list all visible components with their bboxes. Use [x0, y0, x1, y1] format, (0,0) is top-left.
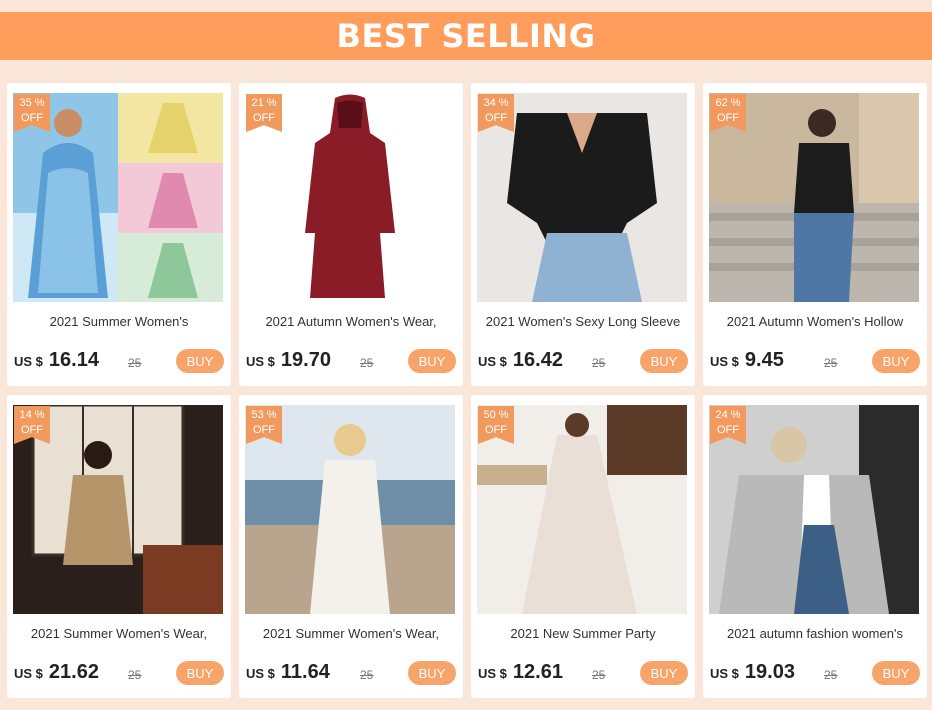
product-card[interactable]: 21 % OFF 2021 Autumn Women's Wear, US $ … [239, 83, 463, 386]
banner-title: BEST SELLING [336, 17, 596, 55]
currency-label: US $ [246, 666, 275, 681]
discount-badge: 50 % OFF [478, 406, 514, 444]
original-price: 25 [360, 668, 374, 682]
price-value: 11.64 [280, 661, 330, 683]
price-value: 21.62 [48, 661, 99, 683]
product-title[interactable]: 2021 Autumn Women's Wear, [239, 314, 463, 329]
original-price: 25 [592, 356, 606, 370]
product-card[interactable]: 53 % OFF 2021 Summer Women's Wear, US $ … [239, 395, 463, 698]
product-card[interactable]: 62 % OFF 2021 Autumn Women's Hollow US $… [703, 83, 927, 386]
discount-badge: 35 % OFF [14, 94, 50, 132]
currency-label: US $ [478, 666, 507, 681]
currency-label: US $ [14, 666, 43, 681]
product-price: US $ 11.64 [246, 661, 330, 683]
price-value: 9.45 [744, 349, 784, 371]
original-price: 25 [592, 668, 606, 682]
product-title[interactable]: 2021 Autumn Women's Hollow [703, 314, 927, 329]
product-card[interactable]: 24 % OFF 2021 autumn fashion women's US … [703, 395, 927, 698]
product-price: US $ 21.62 [14, 661, 99, 683]
currency-label: US $ [246, 354, 275, 369]
discount-badge: 34 % OFF [478, 94, 514, 132]
product-title[interactable]: 2021 autumn fashion women's [703, 626, 927, 641]
currency-label: US $ [710, 666, 739, 681]
product-price: US $ 19.03 [710, 661, 795, 683]
price-value: 19.70 [280, 349, 331, 371]
discount-badge: 14 % OFF [14, 406, 50, 444]
original-price: 25 [824, 356, 838, 370]
best-selling-banner: BEST SELLING [0, 12, 932, 60]
product-grid: 35 % OFF 2021 Summer Women's US $ 16.14 … [7, 83, 929, 703]
product-title[interactable]: 2021 Summer Women's Wear, [239, 626, 463, 641]
discount-badge: 53 % OFF [246, 406, 282, 444]
original-price: 25 [128, 356, 142, 370]
product-price: US $ 9.45 [710, 349, 784, 371]
product-price: US $ 12.61 [478, 661, 563, 683]
product-price: US $ 19.70 [246, 349, 331, 371]
product-card[interactable]: 14 % OFF 2021 Summer Women's Wear, US $ … [7, 395, 231, 698]
discount-badge: 21 % OFF [246, 94, 282, 132]
discount-badge: 62 % OFF [710, 94, 746, 132]
product-title[interactable]: 2021 Women's Sexy Long Sleeve [471, 314, 695, 329]
price-value: 12.61 [512, 661, 563, 683]
original-price: 25 [128, 668, 142, 682]
currency-label: US $ [478, 354, 507, 369]
buy-button[interactable]: BUY [640, 661, 688, 685]
price-value: 19.03 [744, 661, 795, 683]
original-price: 25 [360, 356, 374, 370]
buy-button[interactable]: BUY [176, 661, 224, 685]
product-card[interactable]: 35 % OFF 2021 Summer Women's US $ 16.14 … [7, 83, 231, 386]
price-value: 16.14 [48, 349, 99, 371]
buy-button[interactable]: BUY [408, 661, 456, 685]
currency-label: US $ [14, 354, 43, 369]
original-price: 25 [824, 668, 838, 682]
buy-button[interactable]: BUY [872, 349, 920, 373]
product-price: US $ 16.42 [478, 349, 563, 371]
product-title[interactable]: 2021 Summer Women's [7, 314, 231, 329]
currency-label: US $ [710, 354, 739, 369]
discount-badge: 24 % OFF [710, 406, 746, 444]
product-title[interactable]: 2021 Summer Women's Wear, [7, 626, 231, 641]
buy-button[interactable]: BUY [640, 349, 688, 373]
product-price: US $ 16.14 [14, 349, 99, 371]
product-card[interactable]: 50 % OFF 2021 New Summer Party US $ 12.6… [471, 395, 695, 698]
buy-button[interactable]: BUY [872, 661, 920, 685]
buy-button[interactable]: BUY [176, 349, 224, 373]
buy-button[interactable]: BUY [408, 349, 456, 373]
price-value: 16.42 [512, 349, 563, 371]
product-title[interactable]: 2021 New Summer Party [471, 626, 695, 641]
product-card[interactable]: 34 % OFF 2021 Women's Sexy Long Sleeve U… [471, 83, 695, 386]
